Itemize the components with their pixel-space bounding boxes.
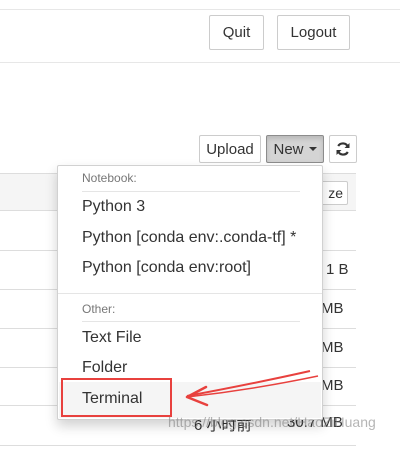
annotation-arrow-icon <box>185 370 319 407</box>
watermark-text: https://blog.csdn.net/HaoZiHuang <box>168 414 376 430</box>
